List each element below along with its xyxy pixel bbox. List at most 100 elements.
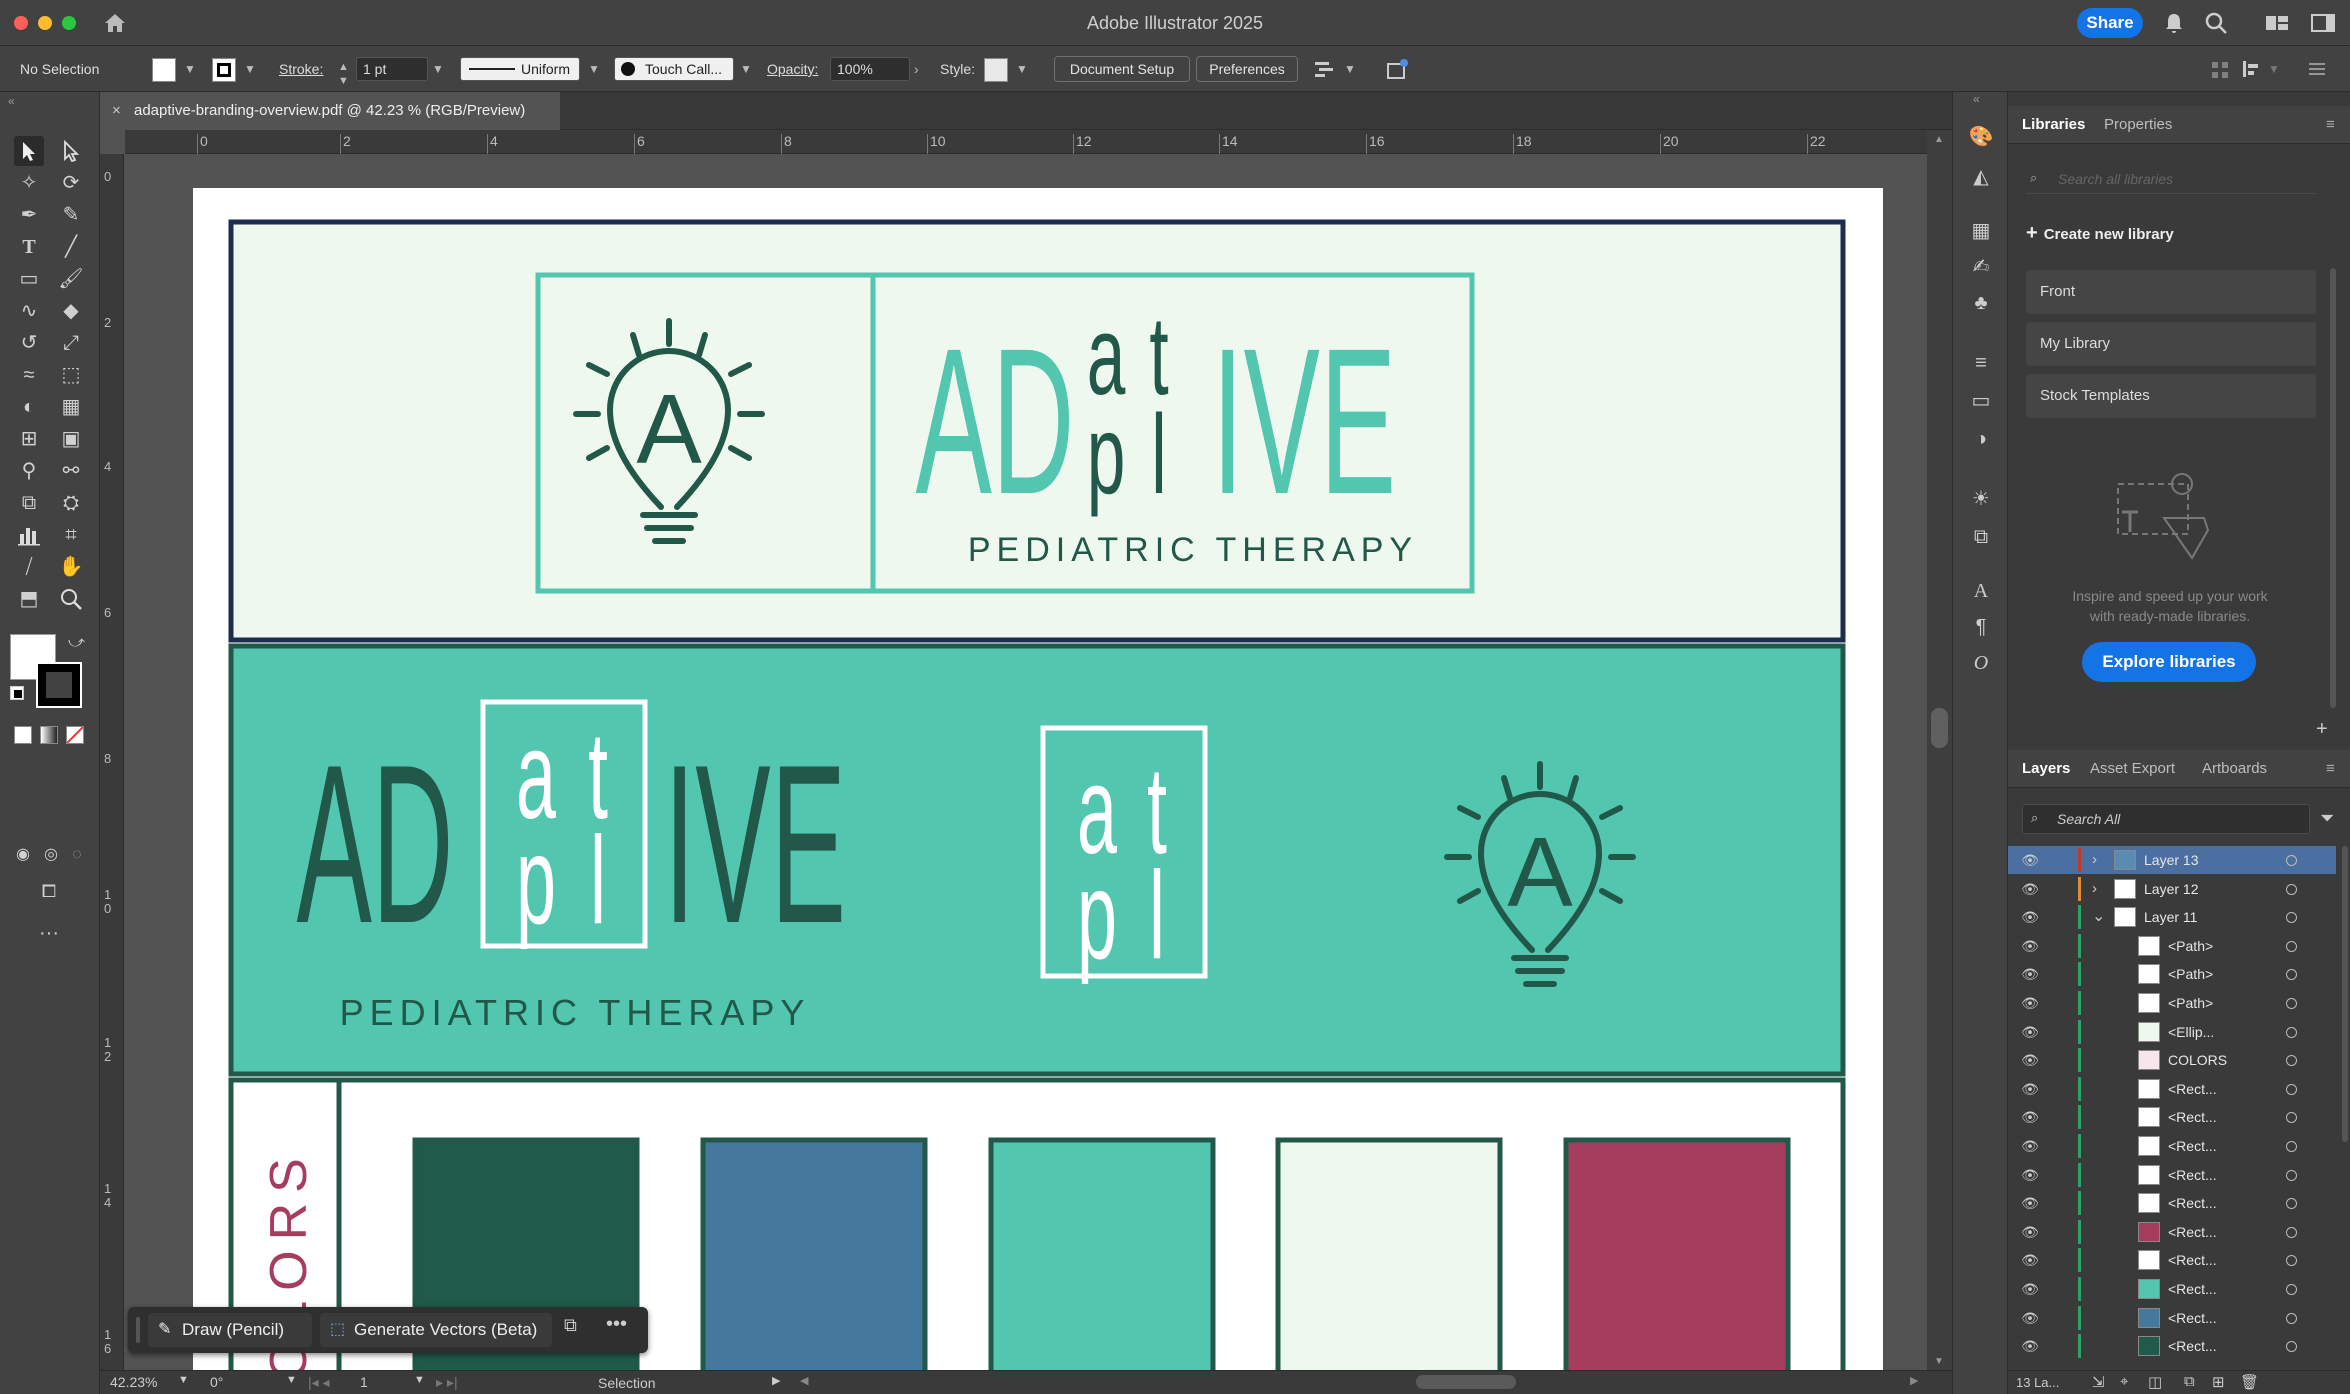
lasso-tool-icon[interactable]: ⟳ bbox=[56, 168, 86, 198]
hand-tool-icon[interactable]: ✋ bbox=[56, 552, 86, 582]
collapse-strip-icon[interactable]: « bbox=[1973, 92, 1980, 106]
stroke-profile-field[interactable]: Uniform bbox=[460, 57, 580, 81]
symbol-sprayer-tool-icon[interactable]: ⛭ bbox=[56, 488, 86, 518]
paintbrush-tool-icon[interactable]: 🖌 bbox=[56, 264, 86, 294]
transparency-panel-icon[interactable]: ◑ bbox=[1966, 424, 1996, 454]
hscroll-thumb[interactable] bbox=[1416, 1375, 1516, 1389]
target-circle-icon[interactable] bbox=[2286, 1284, 2297, 1295]
library-search-input[interactable]: ⌕ Search all libraries bbox=[2026, 164, 2316, 194]
layer-row[interactable]: 👁 <Rect... bbox=[2008, 1246, 2336, 1274]
type-tool-icon[interactable]: T bbox=[14, 232, 44, 262]
scroll-thumb[interactable] bbox=[1931, 708, 1948, 748]
stroke-color-swatch[interactable] bbox=[36, 662, 82, 708]
stroke-swatch[interactable] bbox=[212, 58, 236, 82]
free-transform-tool-icon[interactable]: ⬚ bbox=[56, 360, 86, 390]
document-setup-button[interactable]: Document Setup bbox=[1054, 56, 1190, 82]
edit-toolbar-more-icon[interactable]: ··· bbox=[34, 918, 64, 948]
fill-swatch[interactable] bbox=[152, 58, 176, 82]
search-icon[interactable] bbox=[2203, 10, 2229, 36]
layers-search-input[interactable]: ⌕ Search All bbox=[2022, 804, 2310, 834]
gradient-mode-icon[interactable] bbox=[40, 726, 58, 744]
paragraph-panel-icon[interactable]: ¶ bbox=[1966, 612, 1996, 642]
default-colors-icon[interactable] bbox=[10, 686, 24, 700]
brush-chevron-icon[interactable]: ▼ bbox=[740, 46, 752, 92]
more-options-icon[interactable]: ••• bbox=[606, 1313, 627, 1336]
vertical-ruler[interactable]: 0 2 4 6 8 1 0 1 2 1 4 1 6 bbox=[100, 154, 124, 1370]
curvature-tool-icon[interactable]: ✎ bbox=[56, 200, 86, 230]
vertical-scrollbar[interactable]: ▲ ▼ bbox=[1927, 130, 1952, 1370]
stroke-profile-chevron-icon[interactable]: ▼ bbox=[588, 46, 600, 92]
layer-row[interactable]: 👁 <Path> bbox=[2008, 932, 2336, 960]
layers-filter-icon[interactable]: ⏷ bbox=[2320, 808, 2334, 829]
target-circle-icon[interactable] bbox=[2286, 998, 2297, 1009]
libraries-menu-icon[interactable]: ≡ bbox=[2326, 106, 2335, 144]
none-mode-icon[interactable] bbox=[66, 726, 84, 744]
layer-row[interactable]: 👁 <Rect... bbox=[2008, 1103, 2336, 1131]
target-circle-icon[interactable] bbox=[2286, 1026, 2297, 1038]
layer-row[interactable]: 👁 COLORS bbox=[2008, 1046, 2336, 1074]
target-circle-icon[interactable] bbox=[2286, 1226, 2297, 1238]
stroke-label[interactable]: Stroke: bbox=[279, 46, 323, 92]
clipping-mask-icon[interactable]: ◫ bbox=[2148, 1373, 2162, 1391]
layer-row[interactable]: 👁 <Rect... bbox=[2008, 1075, 2336, 1103]
magic-wand-tool-icon[interactable]: ✧ bbox=[14, 168, 44, 198]
align-options-icon[interactable] bbox=[2240, 58, 2262, 80]
screen-mode-icon[interactable]: ⧠ bbox=[34, 876, 64, 906]
collapse-toolbar-icon[interactable]: « bbox=[8, 94, 15, 108]
gradient-tool-icon[interactable]: ▣ bbox=[56, 424, 86, 454]
scroll-down-icon[interactable]: ▼ bbox=[1934, 1356, 1944, 1367]
visibility-eye-icon[interactable]: 👁 bbox=[2020, 875, 2040, 903]
appearance-panel-icon[interactable]: ☀ bbox=[1966, 484, 1996, 514]
artboard[interactable]: A AD a t p l IVE PEDIATRIC THERAPY AD a … bbox=[193, 188, 1883, 1370]
layer-row[interactable]: 👁 › Layer 13 bbox=[2008, 846, 2336, 874]
mesh-tool-icon[interactable]: ⊞ bbox=[14, 424, 44, 454]
draw-pencil-button[interactable]: ✎ Draw (Pencil) bbox=[148, 1313, 312, 1347]
stroke-panel-icon[interactable]: ≡ bbox=[1966, 348, 1996, 378]
target-circle-icon[interactable] bbox=[2286, 1312, 2297, 1324]
draw-behind-icon[interactable]: ◎ bbox=[38, 840, 64, 870]
visibility-eye-icon[interactable]: 👁 bbox=[2020, 1046, 2040, 1074]
layer-row[interactable]: 👁 <Rect... bbox=[2008, 1275, 2336, 1303]
zoom-chevron-icon[interactable]: ▼ bbox=[178, 1374, 189, 1386]
color-guide-icon[interactable]: ◭ bbox=[1966, 162, 1996, 192]
visibility-eye-icon[interactable]: 👁 bbox=[2020, 1018, 2040, 1046]
eraser-tool-icon[interactable]: ◆ bbox=[56, 296, 86, 326]
delete-layer-icon[interactable]: 🗑 bbox=[2240, 1373, 2259, 1391]
rectangle-tool-icon[interactable]: ▭ bbox=[14, 264, 44, 294]
draw-inside-icon[interactable]: ◌ bbox=[64, 840, 90, 870]
character-panel-icon[interactable]: A bbox=[1966, 576, 1996, 606]
visibility-eye-icon[interactable]: 👁 bbox=[2020, 932, 2040, 960]
stroke-dropdown-chevron-icon[interactable]: ▼ bbox=[244, 46, 256, 92]
brush-field[interactable]: Touch Call... bbox=[614, 57, 734, 81]
panel-toggle-icon[interactable] bbox=[2310, 12, 2336, 34]
target-circle-icon[interactable] bbox=[2286, 1169, 2297, 1181]
collect-export-icon[interactable]: ⇲ bbox=[2092, 1373, 2105, 1391]
swatches-panel-icon[interactable]: ▦ bbox=[1966, 216, 1996, 246]
locate-object-icon[interactable]: ⌖ bbox=[2120, 1373, 2128, 1390]
visibility-eye-icon[interactable]: 👁 bbox=[2020, 1332, 2040, 1360]
notification-bell-icon[interactable] bbox=[2161, 10, 2187, 36]
pen-tool-icon[interactable]: ✒ bbox=[14, 200, 44, 230]
measure-tool-icon[interactable]: ⚯ bbox=[56, 456, 86, 486]
layer-row[interactable]: 👁 <Path> bbox=[2008, 960, 2336, 988]
visibility-eye-icon[interactable]: 👁 bbox=[2020, 1189, 2040, 1217]
target-circle-icon[interactable] bbox=[2286, 883, 2297, 895]
create-library-button[interactable]: + Create new library bbox=[2026, 222, 2174, 245]
share-button[interactable]: Share bbox=[2077, 8, 2143, 38]
close-tab-icon[interactable]: × bbox=[112, 92, 121, 130]
layer-row[interactable]: 👁 <Rect... bbox=[2008, 1304, 2336, 1332]
blend-tool-icon[interactable]: ⧉ bbox=[14, 488, 44, 518]
align-grid-icon[interactable] bbox=[2210, 60, 2230, 80]
visibility-eye-icon[interactable]: 👁 bbox=[2020, 1218, 2040, 1246]
layer-row[interactable]: 👁 <Rect... bbox=[2008, 1189, 2336, 1217]
library-item-front[interactable]: Front bbox=[2026, 270, 2316, 314]
opacity-label[interactable]: Opacity: bbox=[767, 46, 818, 92]
layer-row[interactable]: 👁 <Rect... bbox=[2008, 1132, 2336, 1160]
hscroll-right-icon[interactable]: ▶ bbox=[1910, 1374, 1918, 1387]
shape-builder-tool-icon[interactable]: ◐ bbox=[14, 392, 44, 422]
arrange-icon[interactable] bbox=[1312, 58, 1336, 82]
arrange-objects-icon[interactable]: ⧉ bbox=[564, 1315, 577, 1336]
expand-chevron-icon[interactable]: › bbox=[2092, 846, 2097, 874]
visibility-eye-icon[interactable]: 👁 bbox=[2020, 1132, 2040, 1160]
add-library-item-icon[interactable]: + bbox=[2316, 718, 2328, 741]
